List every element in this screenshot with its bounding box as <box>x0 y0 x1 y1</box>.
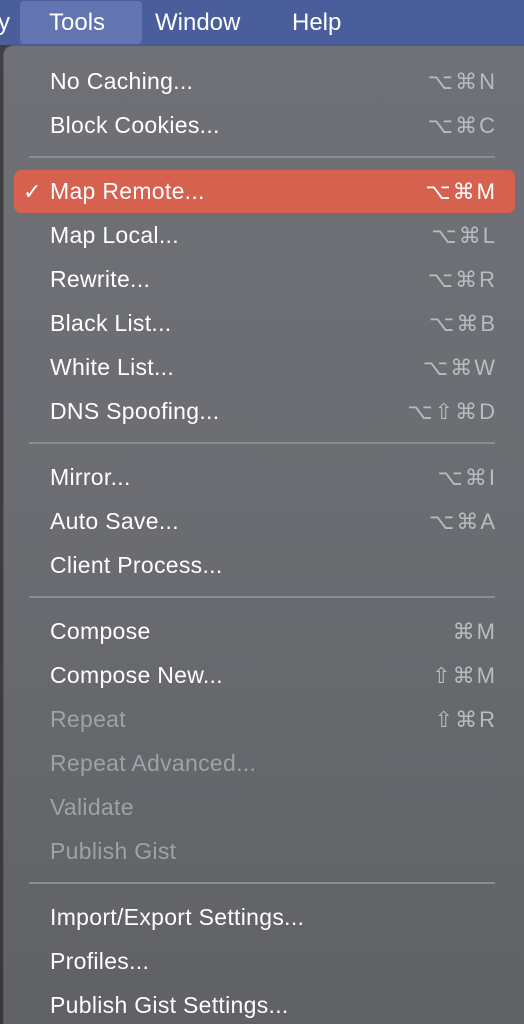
menu-bar: y Tools Window Help <box>0 0 524 45</box>
menu-item-dns-spoofing[interactable]: DNS Spoofing... ⌥⇧⌘D <box>14 390 515 433</box>
menu-item-mirror[interactable]: Mirror... ⌥⌘I <box>14 456 515 499</box>
menu-item-shortcut: ⌥⌘I <box>437 465 497 490</box>
menu-item-label: Black List... <box>50 310 172 336</box>
menu-item-profiles[interactable]: Profiles... <box>14 940 515 983</box>
menu-separator <box>29 882 495 884</box>
menu-item-label: Rewrite... <box>50 266 151 292</box>
menu-item-label: DNS Spoofing... <box>50 398 220 424</box>
menu-item-auto-save[interactable]: Auto Save... ⌥⌘A <box>14 500 515 543</box>
checkmark-icon: ✓ <box>23 179 42 204</box>
menubar-item-help[interactable]: Help <box>282 0 351 45</box>
menu-item-shortcut: ⌥⌘W <box>422 355 497 380</box>
menu-item-label: Profiles... <box>50 948 150 974</box>
menu-item-shortcut: ⌥⌘C <box>427 113 497 138</box>
menu-item-label: No Caching... <box>50 68 194 94</box>
menu-item-label: Repeat Advanced... <box>50 750 257 776</box>
menu-item-import-export-settings[interactable]: Import/Export Settings... <box>14 896 515 939</box>
menu-item-map-remote[interactable]: ✓ Map Remote... ⌥⌘M <box>14 170 515 213</box>
menu-item-shortcut: ⌥⌘M <box>425 179 497 204</box>
menu-item-rewrite[interactable]: Rewrite... ⌥⌘R <box>14 258 515 301</box>
menu-item-compose-new[interactable]: Compose New... ⇧⌘M <box>14 654 515 697</box>
menu-separator <box>29 596 495 598</box>
menu-item-block-cookies[interactable]: Block Cookies... ⌥⌘C <box>14 104 515 147</box>
menu-item-shortcut: ⌥⌘B <box>428 311 497 336</box>
menu-item-repeat: Repeat ⇧⌘R <box>14 698 515 741</box>
menubar-item-window[interactable]: Window <box>145 0 250 45</box>
menu-item-black-list[interactable]: Black List... ⌥⌘B <box>14 302 515 345</box>
menu-item-label: Block Cookies... <box>50 112 220 138</box>
menu-item-repeat-advanced: Repeat Advanced... <box>14 742 515 785</box>
menu-item-label: Client Process... <box>50 552 223 578</box>
menu-separator <box>29 156 495 158</box>
menu-item-shortcut: ⌥⌘A <box>428 509 497 534</box>
menu-item-label: Compose <box>50 618 151 644</box>
menu-item-shortcut: ⇧⌘M <box>432 663 497 688</box>
menubar-item-partial[interactable]: y <box>0 0 20 45</box>
menu-item-label: Mirror... <box>50 464 131 490</box>
menu-item-label: Import/Export Settings... <box>50 904 305 930</box>
menu-item-label: Map Remote... <box>50 178 205 204</box>
tools-dropdown-menu: No Caching... ⌥⌘N Block Cookies... ⌥⌘C ✓… <box>3 45 524 1024</box>
menu-item-shortcut: ⌥⌘L <box>431 223 497 248</box>
menu-item-publish-gist-settings[interactable]: Publish Gist Settings... <box>14 984 515 1024</box>
menu-item-label: Repeat <box>50 706 126 732</box>
menu-item-white-list[interactable]: White List... ⌥⌘W <box>14 346 515 389</box>
menu-separator <box>29 442 495 444</box>
menu-item-label: White List... <box>50 354 175 380</box>
menu-item-validate: Validate <box>14 786 515 829</box>
menu-item-shortcut: ⌥⌘R <box>427 267 497 292</box>
menu-item-client-process[interactable]: Client Process... <box>14 544 515 587</box>
menu-item-label: Publish Gist <box>50 838 177 864</box>
menu-item-label: Map Local... <box>50 222 179 248</box>
menubar-item-tools[interactable]: Tools <box>20 1 142 44</box>
menu-item-no-caching[interactable]: No Caching... ⌥⌘N <box>14 60 515 103</box>
menu-item-compose[interactable]: Compose ⌘M <box>14 610 515 653</box>
menu-item-publish-gist: Publish Gist <box>14 830 515 873</box>
menu-item-label: Compose New... <box>50 662 223 688</box>
menu-item-shortcut: ⌥⌘N <box>427 69 497 94</box>
menu-item-shortcut: ⇧⌘R <box>434 707 497 732</box>
menu-item-map-local[interactable]: Map Local... ⌥⌘L <box>14 214 515 257</box>
menu-item-label: Publish Gist Settings... <box>50 992 289 1018</box>
menu-item-label: Validate <box>50 794 134 820</box>
menu-item-label: Auto Save... <box>50 508 179 534</box>
menu-item-shortcut: ⌥⇧⌘D <box>407 399 497 424</box>
menu-item-shortcut: ⌘M <box>452 619 497 644</box>
